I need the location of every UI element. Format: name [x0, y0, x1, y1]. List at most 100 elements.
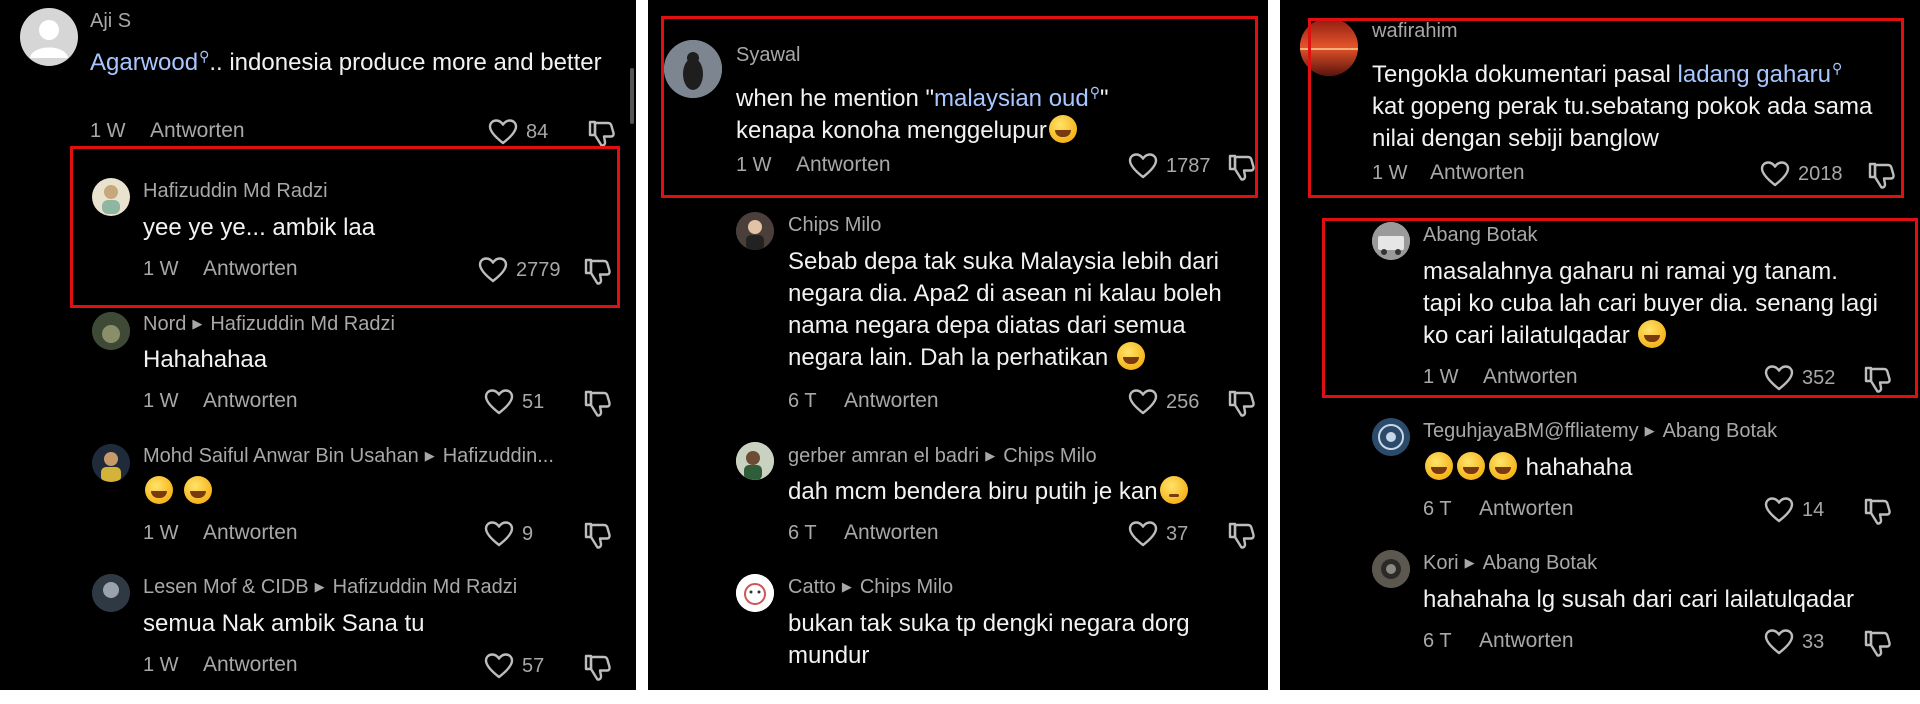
search-icon: ⚲ — [199, 48, 210, 64]
reply-button[interactable]: Antworten — [203, 257, 298, 281]
laughing-emoji-icon — [145, 476, 173, 504]
dislike-icon[interactable] — [1862, 364, 1892, 394]
search-link[interactable]: Agarwood — [90, 49, 198, 76]
search-link[interactable]: ladang gaharu — [1678, 61, 1831, 88]
comment-text-rest: .. indonesia produce more and better — [209, 49, 602, 76]
dislike-icon[interactable] — [1226, 152, 1256, 182]
like-button[interactable]: 2779 — [478, 256, 561, 284]
username[interactable]: Aji S — [90, 10, 131, 33]
avatar[interactable] — [92, 574, 130, 612]
like-button[interactable]: 352 — [1764, 364, 1835, 392]
reply-to-name[interactable]: Abang Botak — [1483, 552, 1598, 574]
username-text: Lesen Mof & CIDB — [143, 576, 309, 598]
dislike-icon[interactable] — [1866, 160, 1896, 190]
search-icon: ⚲ — [1089, 84, 1101, 100]
like-button[interactable]: 2018 — [1760, 160, 1843, 188]
avatar[interactable] — [1372, 222, 1410, 260]
avatar[interactable] — [736, 574, 774, 612]
reply-button[interactable]: Antworten — [1430, 161, 1525, 185]
like-button[interactable]: 57 — [484, 652, 544, 680]
comment-text: hahahaha — [1423, 452, 1632, 484]
like-button[interactable]: 256 — [1128, 388, 1199, 416]
username[interactable]: Lesen Mof & CIDB ▶ Hafizuddin Md Radzi — [143, 576, 517, 599]
dislike-icon[interactable] — [582, 652, 612, 682]
timestamp: 1 W — [143, 258, 179, 280]
dislike-icon[interactable] — [1226, 388, 1256, 418]
reply-button[interactable]: Antworten — [203, 653, 298, 677]
avatar[interactable] — [1372, 550, 1410, 588]
avatar[interactable] — [20, 8, 78, 66]
username[interactable]: Hafizuddin Md Radzi — [143, 180, 328, 203]
reply-button[interactable]: Antworten — [203, 521, 298, 545]
dislike-icon[interactable] — [1862, 628, 1892, 658]
search-icon: ⚲ — [1832, 60, 1843, 76]
dislike-icon[interactable] — [582, 256, 612, 286]
reply-button[interactable]: Antworten — [1479, 497, 1574, 521]
reply-to-name[interactable]: Hafizuddin Md Radzi — [333, 576, 518, 598]
avatar[interactable] — [1300, 18, 1358, 76]
avatar[interactable] — [736, 212, 774, 250]
comment-panel-left: Aji S Agarwood⚲.. indonesia produce more… — [0, 0, 636, 690]
like-button[interactable]: 37 — [1128, 520, 1188, 548]
dislike-icon[interactable] — [1862, 496, 1892, 526]
reply-button[interactable]: Antworten — [1483, 365, 1578, 389]
like-count: 352 — [1802, 366, 1836, 389]
username[interactable]: Chips Milo — [788, 214, 881, 237]
comment-text: Agarwood⚲.. indonesia produce more and b… — [90, 40, 610, 79]
avatar-image — [664, 40, 722, 98]
reply-button[interactable]: Antworten — [844, 389, 939, 413]
username-text: gerber amran el badri — [788, 445, 980, 467]
username[interactable]: Syawal — [736, 44, 800, 67]
like-button[interactable]: 9 — [484, 520, 533, 548]
username[interactable]: Kori ▶ Abang Botak — [1423, 552, 1597, 575]
heart-icon — [478, 256, 508, 284]
username[interactable]: Mohd Saiful Anwar Bin Usahan ▶ Hafizuddin.… — [143, 445, 554, 468]
reply-to-name[interactable]: Chips Milo — [1003, 445, 1096, 467]
avatar[interactable] — [664, 40, 722, 98]
avatar[interactable] — [92, 312, 130, 350]
avatar[interactable] — [92, 444, 130, 482]
like-button[interactable]: 84 — [488, 118, 548, 146]
reply-to-name[interactable]: Chips Milo — [860, 576, 953, 598]
thinking-emoji-icon — [1159, 476, 1188, 504]
reply-button[interactable]: Antworten — [203, 389, 298, 413]
like-count: 256 — [1166, 390, 1200, 413]
like-button[interactable]: 14 — [1764, 496, 1824, 524]
username-text: Nord — [143, 313, 187, 335]
avatar[interactable] — [736, 442, 774, 480]
timestamp: 6 T — [788, 390, 817, 412]
reply-button[interactable]: Antworten — [150, 119, 245, 143]
like-button[interactable]: 33 — [1764, 628, 1824, 656]
scrollbar[interactable] — [630, 68, 634, 124]
comment-text: Sebab depa tak suka Malaysia lebih dari … — [788, 246, 1258, 374]
avatar[interactable] — [1372, 418, 1410, 456]
laughing-emoji-icon — [1116, 342, 1145, 370]
dislike-icon[interactable] — [582, 520, 612, 550]
search-link[interactable]: malaysian oud — [934, 85, 1089, 112]
reply-to-name[interactable]: Hafizuddin... — [443, 445, 554, 467]
dislike-icon[interactable] — [582, 388, 612, 418]
like-button[interactable]: 1787 — [1128, 152, 1211, 180]
username[interactable]: Nord ▶ Hafizuddin Md Radzi — [143, 313, 395, 336]
comment-text: when he mention "malaysian oud⚲" kenapa k… — [736, 76, 1196, 147]
reply-button[interactable]: Antworten — [796, 153, 891, 177]
avatar-image — [1300, 18, 1358, 76]
dislike-icon[interactable] — [586, 118, 616, 148]
username[interactable]: Abang Botak — [1423, 224, 1538, 247]
dislike-icon[interactable] — [1226, 520, 1256, 550]
username-text: TeguhjayaBM@ffliatemy — [1423, 420, 1639, 442]
comment-text: Hahahahaa — [143, 346, 268, 373]
avatar[interactable] — [92, 178, 130, 216]
reply-button[interactable]: Antworten — [844, 521, 939, 545]
comment-panel-right: wafirahim Tengokla dokumentari pasal lad… — [1280, 0, 1920, 690]
reply-to-name[interactable]: Hafizuddin Md Radzi — [210, 313, 395, 335]
username[interactable]: Catto ▶ Chips Milo — [788, 576, 953, 599]
reply-arrow-icon: ▶ — [1644, 423, 1655, 438]
username[interactable]: gerber amran el badri ▶ Chips Milo — [788, 445, 1097, 468]
username[interactable]: TeguhjayaBM@ffliatemy ▶ Abang Botak — [1423, 420, 1777, 443]
username[interactable]: wafirahim — [1372, 20, 1458, 43]
heart-icon — [1764, 496, 1794, 524]
like-button[interactable]: 51 — [484, 388, 544, 416]
reply-to-name[interactable]: Abang Botak — [1663, 420, 1778, 442]
reply-button[interactable]: Antworten — [1479, 629, 1574, 653]
